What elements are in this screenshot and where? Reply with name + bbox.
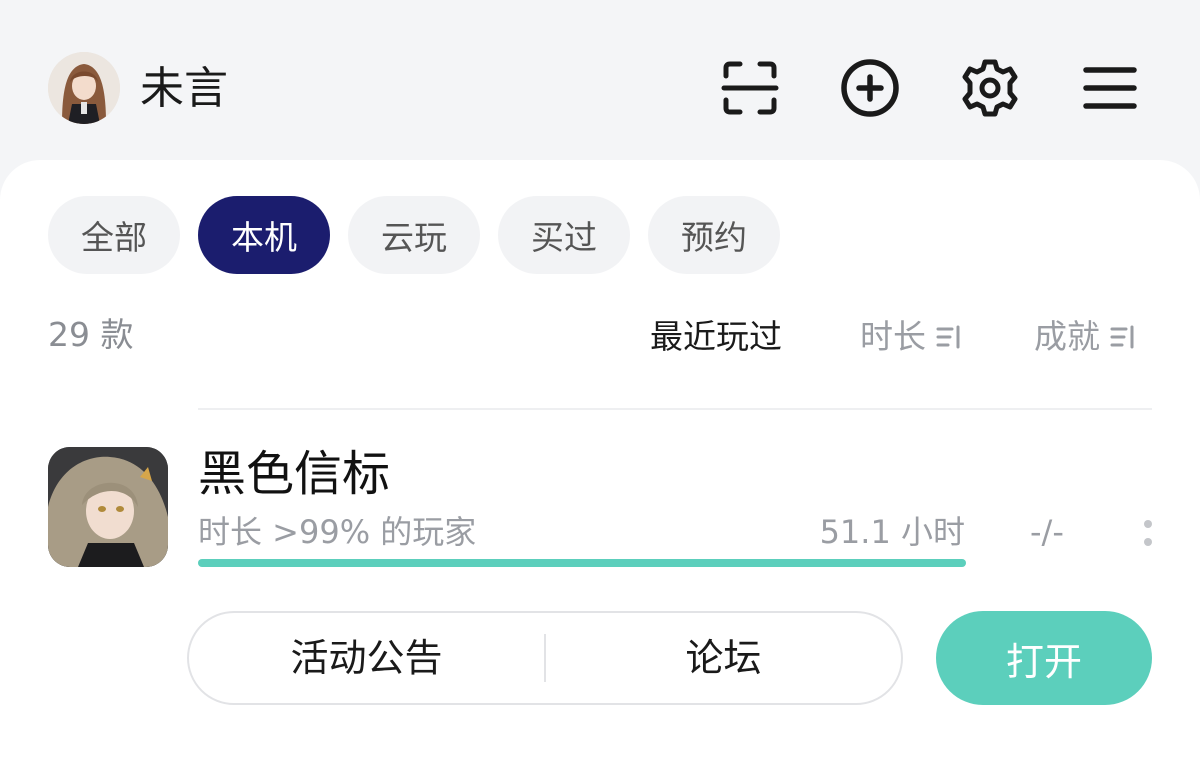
add-circle-icon[interactable] [838,56,902,120]
tab-all[interactable]: 全部 [48,196,180,274]
announcement-button[interactable]: 活动公告 [189,633,544,683]
user-avatar[interactable] [48,52,120,124]
scan-icon[interactable] [718,56,782,120]
tab-reserved[interactable]: 预约 [648,196,780,274]
open-game-button[interactable]: 打开 [936,611,1152,705]
sort-recently-played[interactable]: 最近玩过 [650,314,782,360]
top-header: 未言 [0,0,1200,160]
playtime-rank: 时长 >99% 的玩家 [198,513,477,551]
game-icon[interactable] [48,447,168,567]
tab-local[interactable]: 本机 [198,196,330,274]
settings-gear-icon[interactable] [958,56,1022,120]
menu-icon[interactable] [1078,56,1142,120]
game-count: 29 款 [48,315,134,354]
list-divider [198,408,1152,410]
sort-playtime[interactable]: 时长 [860,314,964,360]
more-options-icon[interactable] [1136,516,1160,552]
library-card: 全部 本机 云玩 买过 预约 29 款 最近玩过 时长 成就 黑色信标 时长 >… [0,160,1200,760]
tab-purchased[interactable]: 买过 [498,196,630,274]
username: 未言 [140,63,228,114]
sort-order-icon [936,325,960,349]
game-title[interactable]: 黑色信标 [198,442,390,506]
game-action-group: 活动公告 论坛 [187,611,903,705]
tab-cloud[interactable]: 云玩 [348,196,480,274]
playtime-hours: 51.1 小时 [819,513,965,551]
achievement-count: -/- [1030,513,1064,551]
playtime-progress-bar [198,559,966,567]
sort-label: 时长 [860,317,926,356]
filter-tabs: 全部 本机 云玩 买过 预约 [48,196,780,274]
sort-order-icon [1110,325,1134,349]
sort-label: 成就 [1034,317,1100,356]
sort-achievements[interactable]: 成就 [1034,314,1138,360]
playtime-progress-fill [198,559,966,567]
forum-button[interactable]: 论坛 [546,633,901,683]
sort-label: 最近玩过 [650,317,782,356]
